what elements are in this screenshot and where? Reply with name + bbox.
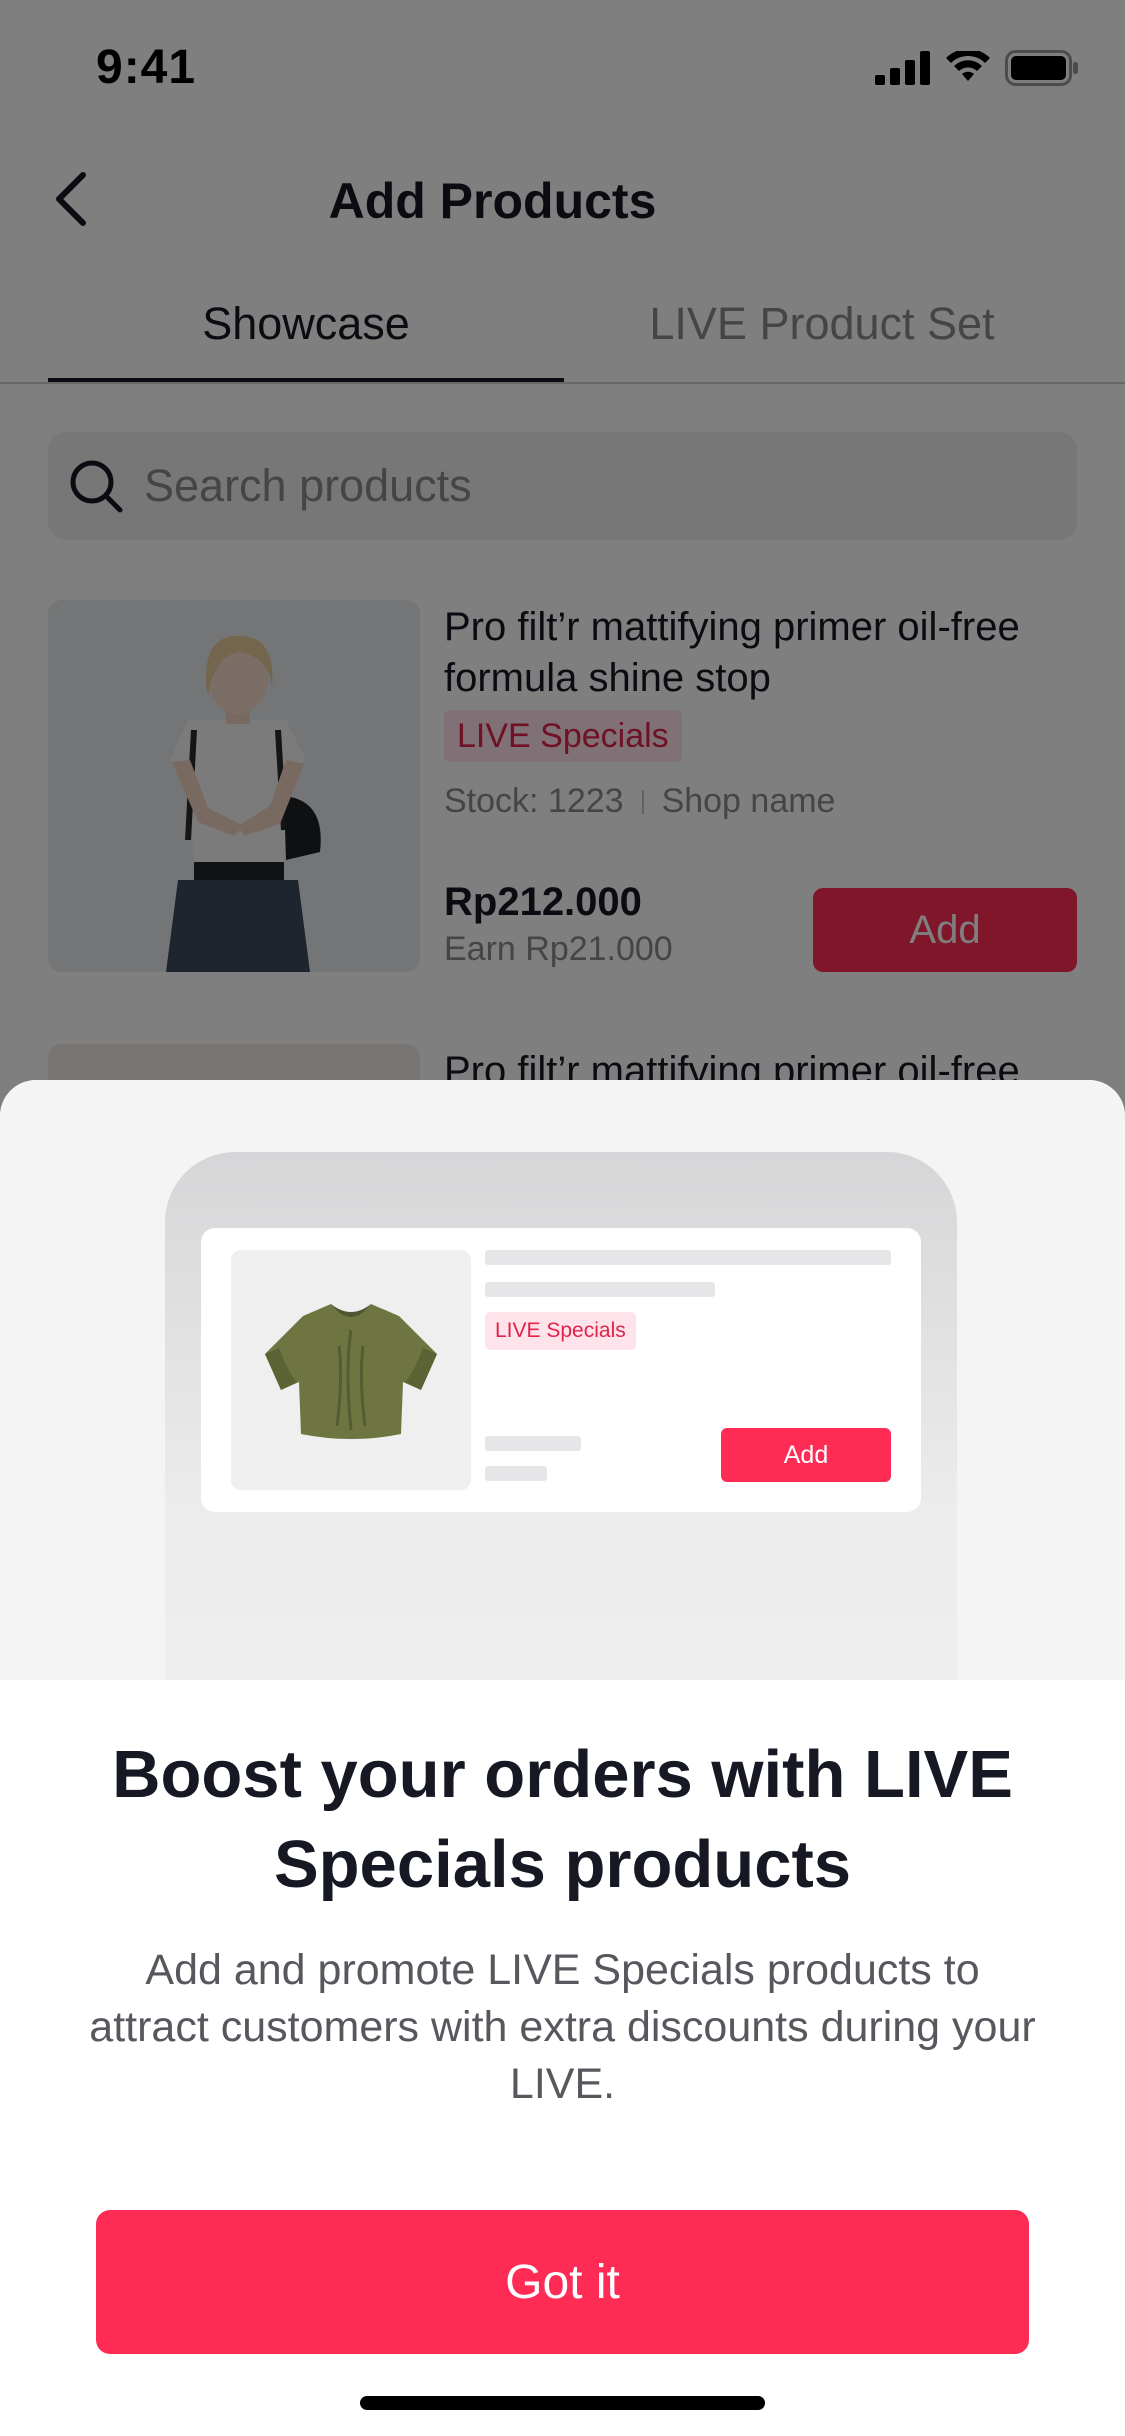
skeleton-line (485, 1250, 891, 1265)
got-it-button[interactable]: Got it (96, 2210, 1029, 2354)
sheet-description: Add and promote LIVE Specials products t… (89, 1946, 1036, 2108)
sheet-title: Boost your orders with LIVE Specials pro… (112, 1737, 1013, 1902)
screen: 9:41 Add Pr (0, 0, 1125, 2436)
shirt-illustration (265, 1304, 437, 1439)
illustration-add-button: Add (721, 1428, 891, 1482)
sheet-illustration: LIVE Specials Add (0, 1080, 1125, 1680)
skeleton-line (485, 1466, 547, 1481)
illustration-product-image (231, 1250, 471, 1490)
skeleton-line (485, 1282, 715, 1297)
home-indicator (360, 2396, 765, 2410)
bottom-sheet: LIVE Specials Add Boost your orders with… (0, 1080, 1125, 2436)
illustration-live-badge: LIVE Specials (485, 1312, 636, 1350)
illustration-product-card: LIVE Specials Add (201, 1228, 921, 1512)
skeleton-line (485, 1436, 581, 1451)
